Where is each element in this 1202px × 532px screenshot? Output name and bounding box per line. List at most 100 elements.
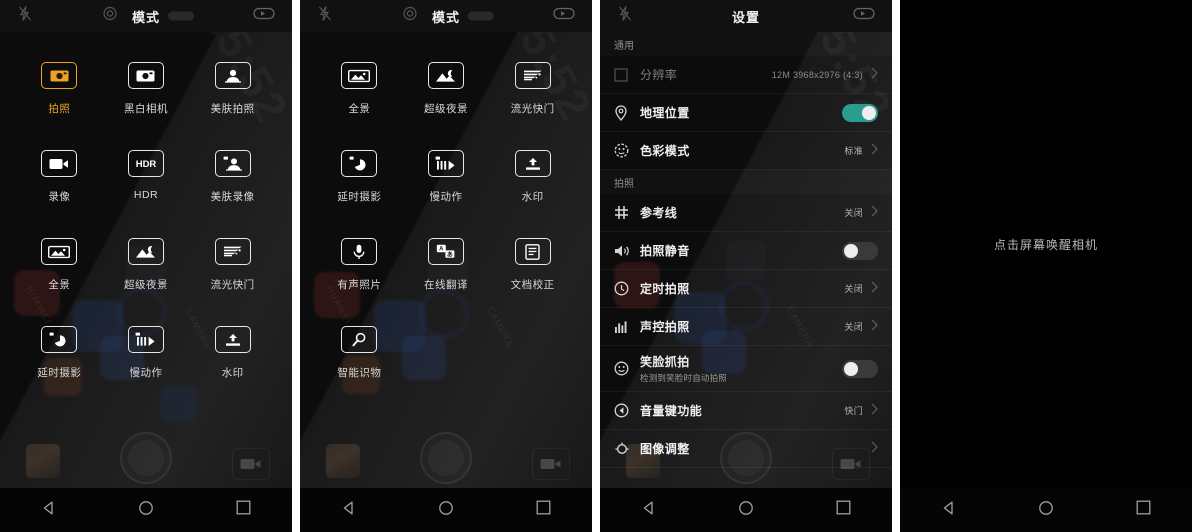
mode-item-label: 在线翻译 xyxy=(423,279,468,291)
beauty-video-icon xyxy=(214,150,251,177)
mode-item-beauty-photo[interactable]: 美肤拍照 xyxy=(189,62,276,116)
mode-item-beauty-video[interactable]: 美肤录像 xyxy=(189,150,276,204)
page-title: 模式 xyxy=(131,9,160,25)
mode-item-label: 有声照片 xyxy=(337,279,382,291)
mode-item-time-lapse[interactable]: 延时摄影 xyxy=(16,326,103,380)
mode-item-watermark[interactable]: 水印 xyxy=(189,326,276,380)
mode-item-object-recognition[interactable]: 智能识物 xyxy=(316,326,403,380)
camera-switch-icon[interactable] xyxy=(853,7,875,26)
phone-screen-mode-page-2: 15:52 HUAWEI CAMERA 模式 xyxy=(300,0,592,532)
shutter-mute-toggle[interactable] xyxy=(842,241,878,260)
speaker-icon xyxy=(614,244,640,258)
volume-key-icon xyxy=(614,403,640,418)
nav-back-triangle-icon[interactable] xyxy=(641,500,657,521)
aperture-icon[interactable] xyxy=(103,6,117,26)
mode-grid-body: 全景 超级夜景 流光快门 延时摄影 慢动作 水印 有声照片 A あ 在线翻译 文… xyxy=(300,32,592,532)
panorama-icon xyxy=(341,62,378,89)
mode-item-slow-motion[interactable]: 慢动作 xyxy=(103,326,190,380)
settings-top-bar: 设置 xyxy=(600,0,892,32)
mode-item-document-correction[interactable]: 文档校正 xyxy=(489,238,576,292)
settings-row-shutter-mute[interactable]: 拍照静音 xyxy=(600,232,892,270)
grid-lines-icon xyxy=(614,205,640,220)
nav-recents-square-icon[interactable] xyxy=(1136,500,1151,520)
settings-row-value: 12M 3968x2976 (4:3) xyxy=(771,69,863,80)
nav-recents-square-icon[interactable] xyxy=(836,500,851,520)
nav-recents-square-icon[interactable] xyxy=(236,500,251,520)
video-camera-icon xyxy=(41,150,78,177)
camera-top-bar: 模式 xyxy=(300,0,592,32)
settings-row-label: 声控拍照 xyxy=(640,320,690,334)
resolution-square-icon xyxy=(614,67,640,82)
mode-item-watermark[interactable]: 水印 xyxy=(489,150,576,204)
mode-item-label: 录像 xyxy=(48,191,71,203)
mode-item-photo[interactable]: 拍照 xyxy=(16,62,103,116)
geolocation-toggle[interactable] xyxy=(842,103,878,122)
nav-back-triangle-icon[interactable] xyxy=(341,500,357,521)
mode-item-night-scene[interactable]: 超级夜景 xyxy=(103,238,190,292)
settings-row-color-mode[interactable]: 色彩模式 标准 xyxy=(600,132,892,170)
svg-text:A: A xyxy=(439,247,444,253)
settings-row-value: 关闭 xyxy=(844,284,863,294)
mode-item-label: 黑白相机 xyxy=(123,103,168,115)
settings-row-image-adjust[interactable]: 图像调整 xyxy=(600,430,892,468)
settings-row-smile-capture[interactable]: 笑脸抓拍 检测到笑脸时自动拍照 xyxy=(600,346,892,392)
nav-home-circle-icon[interactable] xyxy=(1038,500,1054,521)
mode-item-light-painting[interactable]: 流光快门 xyxy=(189,238,276,292)
mode-item-panorama[interactable]: 全景 xyxy=(316,62,403,116)
mode-item-night-scene[interactable]: 超级夜景 xyxy=(403,62,490,116)
settings-row-geolocation[interactable]: 地理位置 xyxy=(600,94,892,132)
settings-row-label: 色彩模式 xyxy=(640,144,690,158)
nav-recents-square-icon[interactable] xyxy=(536,500,551,520)
flash-off-icon[interactable] xyxy=(18,6,32,27)
camera-switch-icon[interactable] xyxy=(553,7,575,26)
nav-home-circle-icon[interactable] xyxy=(138,500,154,521)
time-lapse-icon xyxy=(41,326,78,353)
settings-row-volume-key[interactable]: 音量键功能 快门 xyxy=(600,392,892,430)
page-title: 模式 xyxy=(431,9,460,25)
settings-row-label: 定时拍照 xyxy=(640,282,690,296)
mode-item-hdr[interactable]: HDR HDR xyxy=(103,150,190,204)
nav-home-circle-icon[interactable] xyxy=(738,500,754,521)
settings-row-resolution[interactable]: 分辨率 12M 3968x2976 (4:3) xyxy=(600,56,892,94)
audio-photo-icon xyxy=(341,238,378,265)
wake-prompt-area[interactable]: 点击屏幕唤醒相机 xyxy=(900,0,1192,488)
phone-screen-settings: 15:52 CAMERA 设置 通用 分辨率 12M 3968x2976 (4:… xyxy=(600,0,892,532)
mode-item-slow-motion[interactable]: 慢动作 xyxy=(403,150,490,204)
nav-back-triangle-icon[interactable] xyxy=(41,500,57,521)
chevron-right-icon xyxy=(871,204,878,222)
mode-item-panorama[interactable]: 全景 xyxy=(16,238,103,292)
mode-item-label: 慢动作 xyxy=(129,367,163,379)
hdr-text-icon: HDR xyxy=(127,150,164,177)
settings-row-value: 关闭 xyxy=(844,208,863,218)
chevron-right-icon xyxy=(871,440,878,458)
flash-off-icon[interactable] xyxy=(618,6,632,27)
smile-capture-toggle[interactable] xyxy=(842,359,878,378)
settings-list: 通用 分辨率 12M 3968x2976 (4:3) 地理位置 色彩模式 标准 … xyxy=(600,32,892,488)
light-painting-icon xyxy=(514,62,551,89)
phone-screen-sleep[interactable]: 点击屏幕唤醒相机 xyxy=(900,0,1192,532)
mode-item-label: 流光快门 xyxy=(510,103,555,115)
translate-icon: Aあ xyxy=(427,238,464,265)
mode-item-label: 美肤拍照 xyxy=(210,103,255,115)
mode-item-time-lapse[interactable]: 延时摄影 xyxy=(316,150,403,204)
mode-item-audio-photo[interactable]: 有声照片 xyxy=(316,238,403,292)
settings-row-grid-lines[interactable]: 参考线 关闭 xyxy=(600,194,892,232)
settings-row-timer[interactable]: 定时拍照 关闭 xyxy=(600,270,892,308)
flash-off-icon[interactable] xyxy=(318,6,332,27)
settings-section-header-general: 通用 xyxy=(600,32,892,56)
nav-back-triangle-icon[interactable] xyxy=(941,500,957,521)
mode-item-translate[interactable]: Aあ 在线翻译 xyxy=(403,238,490,292)
mode-item-light-painting[interactable]: 流光快门 xyxy=(489,62,576,116)
settings-row-value: 标准 xyxy=(844,146,863,156)
mode-indicator-pill xyxy=(468,11,494,21)
settings-row-audio-control[interactable]: 声控拍照 关闭 xyxy=(600,308,892,346)
light-painting-icon xyxy=(214,238,251,265)
settings-row-label: 拍照静音 xyxy=(640,244,690,258)
mode-item-mono-camera[interactable]: 黑白相机 xyxy=(103,62,190,116)
nav-home-circle-icon[interactable] xyxy=(438,500,454,521)
aperture-icon[interactable] xyxy=(403,6,417,26)
location-pin-icon xyxy=(614,104,640,121)
mode-item-video[interactable]: 录像 xyxy=(16,150,103,204)
camera-switch-icon[interactable] xyxy=(253,7,275,26)
settings-row-label: 笑脸抓拍 xyxy=(640,355,690,369)
